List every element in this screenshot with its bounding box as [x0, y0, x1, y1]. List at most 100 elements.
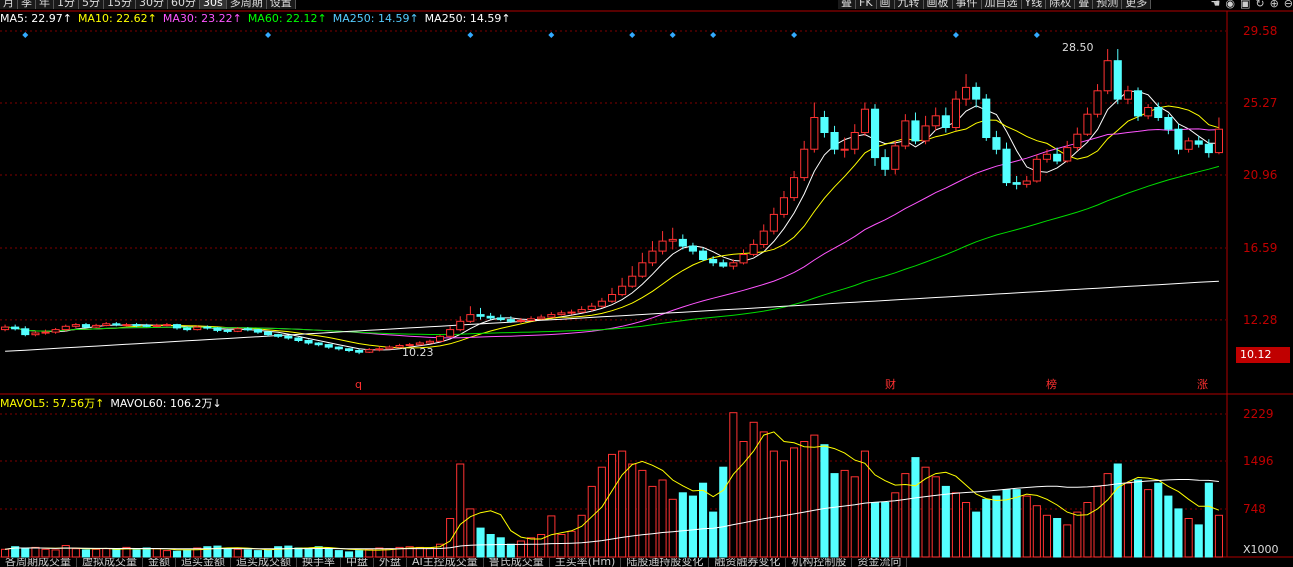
volume-bar: [223, 548, 232, 558]
candle-down: [81, 324, 91, 328]
volume-bar: [860, 450, 870, 558]
indicator-tab[interactable]: 追买成交额: [231, 558, 297, 567]
indicator-tab[interactable]: AI主控成交量: [407, 558, 484, 567]
candle-up: [931, 115, 940, 127]
kline-chart[interactable]: q 财 榜 涨 29.58 25.27 20.96 16.59 12.28 2229 1496 74…: [0, 0, 1293, 567]
indicator-tab[interactable]: 各周期成交量: [0, 558, 77, 567]
indicator-tab[interactable]: 鲁氏成交量: [484, 558, 550, 567]
candle-down: [132, 324, 141, 327]
volume-bar: [1012, 489, 1021, 558]
candle-down: [1194, 140, 1203, 145]
indicator-tab[interactable]: 虚拟成交量: [77, 558, 143, 567]
candle-up: [810, 117, 819, 150]
candle-up: [567, 311, 576, 314]
candle-up: [587, 305, 596, 311]
high-annotation: 28.50: [1062, 41, 1094, 54]
candle-down: [213, 327, 222, 331]
ma10-line: [5, 105, 1220, 349]
volume-bar: [800, 441, 809, 558]
volume-bar: [506, 543, 515, 558]
candle-up: [850, 132, 859, 150]
volume-bar: [81, 549, 91, 558]
candle-down: [1204, 143, 1213, 154]
volume-bar: [941, 485, 950, 558]
volume-bar: [527, 537, 536, 558]
volume-axis-label: 748: [1243, 502, 1266, 516]
candle-up: [415, 342, 424, 346]
candle-down: [253, 329, 262, 333]
volume-bar: [779, 460, 789, 558]
indicator-tab[interactable]: 金额: [143, 558, 176, 567]
volume-bar: [476, 527, 485, 558]
legend-entry: MAVOL5: 57.56万↑: [0, 397, 105, 410]
candle-up: [102, 323, 111, 326]
volume-bar: [243, 549, 252, 558]
candle-up: [921, 125, 930, 142]
candle-up: [668, 238, 677, 242]
volume-bar: [992, 495, 1001, 558]
candle-down: [1134, 90, 1143, 117]
volume-bar: [375, 547, 384, 558]
volume-bar: [638, 469, 647, 558]
ma60-line: [5, 165, 1220, 335]
candle-down: [1154, 107, 1163, 118]
candle-down: [203, 326, 212, 329]
volume-bar: [51, 549, 60, 558]
volume-bar: [951, 492, 961, 558]
event-marker[interactable]: 财: [885, 377, 896, 391]
volume-bar: [162, 550, 171, 558]
volume-bar: [496, 537, 505, 558]
current-price-tag: 10.12: [1236, 347, 1290, 363]
volume-bar: [304, 548, 313, 558]
candle-up: [537, 316, 546, 320]
event-marker[interactable]: 涨: [1197, 378, 1208, 391]
volume-axis-label: 1496: [1243, 454, 1274, 468]
candle-up: [122, 324, 131, 327]
volume-bar: [557, 534, 566, 558]
candle-up: [1022, 180, 1031, 185]
volume-bar: [830, 473, 839, 558]
indicator-tab[interactable]: 陆股通持股变化: [621, 558, 710, 567]
volume-bar: [1103, 473, 1112, 558]
candle-up: [759, 230, 768, 246]
indicator-tabs: 各周期成交量 虚拟成交量 金额 追买金额 追买成交额 换手率 中盘 外盘 AI主控成交量 鲁氏成交…: [0, 558, 1293, 567]
candle-down: [1002, 148, 1011, 184]
volume-bar: [112, 548, 121, 558]
volume-bar: [1042, 514, 1052, 558]
volume-bar: [284, 545, 293, 558]
candle-down: [1164, 117, 1173, 130]
candle-up: [840, 148, 849, 151]
candle-down: [183, 327, 192, 331]
candle-up: [729, 262, 738, 267]
candle-up: [1073, 133, 1082, 149]
volume-bar: [152, 548, 161, 558]
volume-bar: [709, 511, 718, 558]
candle-down: [223, 329, 232, 332]
indicator-tab[interactable]: 主买率(Hm): [550, 558, 622, 567]
indicator-tab[interactable]: 追买金额: [176, 558, 231, 567]
volume-bar: [810, 434, 819, 558]
candle-up: [1042, 153, 1052, 160]
candles: [1, 49, 1224, 355]
indicator-tab[interactable]: 换手率: [297, 558, 341, 567]
indicator-tab[interactable]: 融资融券变化: [709, 558, 787, 567]
indicator-tab[interactable]: 资金流向: [852, 558, 908, 567]
price-axis-label: 25.27: [1243, 96, 1277, 110]
candle-down: [11, 326, 20, 330]
indicator-tab[interactable]: 外盘: [374, 558, 407, 567]
volume-bar: [334, 550, 343, 558]
candle-up: [1123, 90, 1133, 100]
event-marker[interactable]: 榜: [1046, 377, 1057, 391]
event-marker[interactable]: q: [355, 378, 362, 391]
candle-down: [304, 340, 313, 344]
volume-bar: [425, 547, 434, 558]
volume-bar: [1053, 518, 1062, 558]
volume-bar: [1093, 485, 1102, 558]
candle-up: [1093, 90, 1102, 115]
volume-bar: [1083, 502, 1092, 558]
candle-up: [648, 250, 657, 264]
indicator-tab[interactable]: 机构控制股: [786, 558, 853, 567]
candle-down: [112, 323, 121, 326]
candle-up: [51, 329, 60, 333]
indicator-tab[interactable]: 中盘: [341, 558, 374, 567]
